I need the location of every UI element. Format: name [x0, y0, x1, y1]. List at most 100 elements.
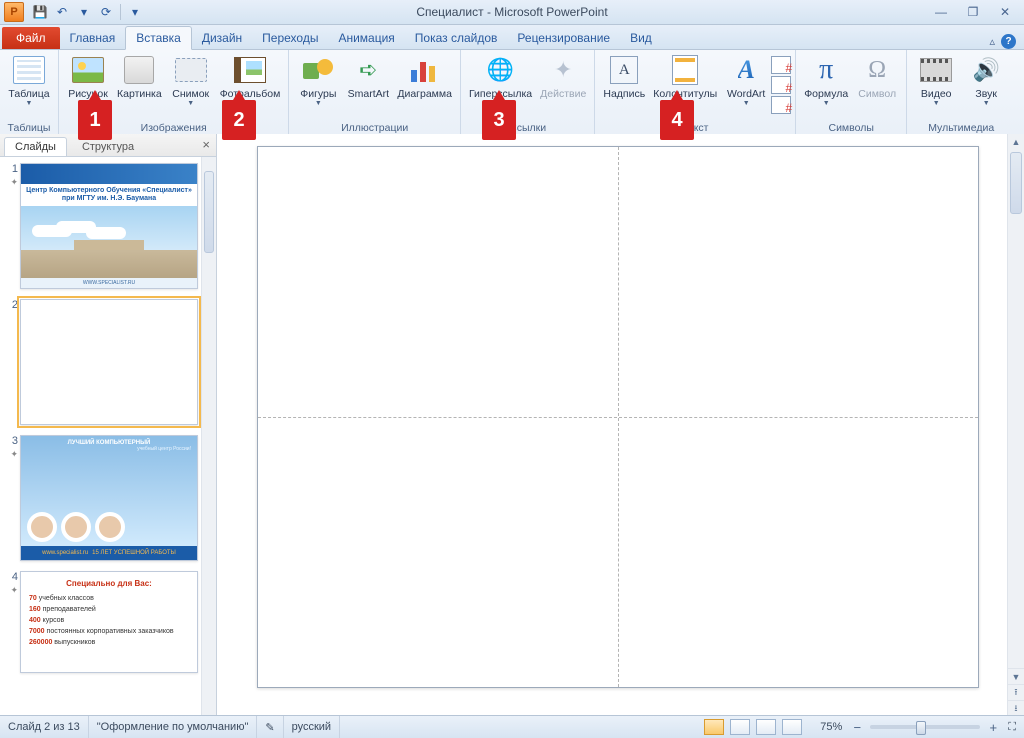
tab-slideshow[interactable]: Показ слайдов: [405, 27, 508, 49]
window-title: Специалист - Microsoft PowerPoint: [0, 5, 1024, 19]
smartart-button[interactable]: ➪ SmartArt: [343, 52, 393, 102]
fit-button[interactable]: ⛶: [1000, 716, 1024, 738]
slide-canvas[interactable]: [257, 146, 979, 688]
thumb-row: 1✦ Центр Компьютерного Обучения «Специал…: [4, 163, 198, 289]
zoom-in-button[interactable]: +: [986, 720, 1000, 735]
status-spellcheck[interactable]: ✎: [257, 716, 283, 738]
tab-insert[interactable]: Вставка: [125, 26, 192, 50]
tab-slides[interactable]: Слайды: [4, 137, 67, 156]
group-media: Видео▼ 🔊 Звук▼ Мультимедиа: [907, 50, 1015, 136]
slide-thumb-4[interactable]: Специально для Вас: 70 учебных классов 1…: [20, 571, 198, 673]
scroll-down-icon[interactable]: ▼: [1008, 668, 1024, 684]
tab-design[interactable]: Дизайн: [192, 27, 252, 49]
view-sorter-button[interactable]: [730, 719, 750, 735]
clipart-button[interactable]: Картинка: [113, 52, 166, 102]
pi-icon: π: [819, 54, 833, 86]
screenshot-button[interactable]: Снимок▼: [166, 52, 216, 109]
next-slide-icon[interactable]: ⭳: [1008, 700, 1024, 716]
symbol-button[interactable]: Ω Символ: [852, 52, 902, 102]
textbox-icon: A: [610, 56, 638, 84]
qat-customize-icon[interactable]: ▾: [127, 4, 143, 20]
panel-close-icon[interactable]: ×: [202, 137, 210, 152]
close-button[interactable]: ✕: [996, 5, 1014, 19]
spellcheck-icon: ✎: [265, 721, 274, 734]
smartart-icon: ➪: [353, 59, 383, 81]
view-reading-button[interactable]: [756, 719, 776, 735]
video-icon: [920, 58, 952, 82]
group-images: Рисунок Картинка Снимок▼ Фотоальбом▼ Изо…: [59, 50, 289, 136]
slide-editor[interactable]: ▲ ▼ ⭱ ⭳: [217, 134, 1024, 716]
table-button[interactable]: Таблица▼: [4, 52, 54, 109]
undo-icon[interactable]: ↶: [54, 4, 70, 20]
status-slide: Слайд 2 из 13: [0, 716, 89, 738]
view-normal-button[interactable]: [704, 719, 724, 735]
slidenumber-icon[interactable]: [771, 76, 791, 94]
status-language[interactable]: русский: [284, 716, 340, 738]
hyperlink-button[interactable]: 🌐 Гиперссылка: [465, 52, 536, 102]
scroll-up-icon[interactable]: ▲: [1008, 134, 1024, 150]
view-slideshow-button[interactable]: [782, 719, 802, 735]
shapes-button[interactable]: Фигуры▼: [293, 52, 343, 109]
tab-animations[interactable]: Анимация: [328, 27, 404, 49]
wordart-button[interactable]: A WordArt▼: [721, 52, 771, 109]
globe-link-icon: 🌐: [486, 57, 516, 83]
clipart-icon: [124, 56, 154, 84]
group-tables: Таблица▼ Таблицы: [0, 50, 59, 136]
photoalbum-button[interactable]: Фотоальбом▼: [216, 52, 285, 109]
redo-icon[interactable]: ▾: [76, 4, 92, 20]
wordart-icon: A: [738, 55, 755, 85]
prev-slide-icon[interactable]: ⭱: [1008, 684, 1024, 700]
title-bar: P 💾 ↶ ▾ ⟳ ▾ Специалист - Microsoft Power…: [0, 0, 1024, 25]
camera-icon: [175, 58, 207, 82]
chart-icon: [411, 58, 439, 82]
maximize-button[interactable]: ❐: [964, 5, 982, 19]
slides-panel: Слайды Структура × 1✦ Центр Компьютерног…: [0, 134, 217, 716]
audio-button[interactable]: 🔊 Звук▼: [961, 52, 1011, 109]
action-button[interactable]: ✦ Действие: [536, 52, 590, 102]
file-tab[interactable]: Файл: [2, 27, 60, 49]
slide-number: 1✦: [4, 163, 20, 289]
editor-scrollbar[interactable]: ▲ ▼ ⭱ ⭳: [1007, 134, 1024, 716]
video-button[interactable]: Видео▼: [911, 52, 961, 109]
save-icon[interactable]: 💾: [32, 4, 48, 20]
ribbon-tabs: Файл Главная Вставка Дизайн Переходы Ани…: [0, 25, 1024, 50]
slide-thumb-1[interactable]: Центр Компьютерного Обучения «Специалист…: [20, 163, 198, 289]
status-bar: Слайд 2 из 13 "Оформление по умолчанию" …: [0, 715, 1024, 738]
guide-horizontal[interactable]: [258, 417, 978, 418]
group-links: 🌐 Гиперссылка ✦ Действие Ссылки: [461, 50, 595, 136]
thumb-row: 2: [4, 299, 198, 425]
slide-thumb-3[interactable]: ЛУЧШИЙ КОМПЬЮТЕРНЫЙ учебный центр России…: [20, 435, 198, 561]
zoom-out-button[interactable]: −: [850, 720, 864, 735]
zoom-value[interactable]: 75%: [812, 716, 850, 738]
repeat-icon[interactable]: ⟳: [98, 4, 114, 20]
ribbon: Таблица▼ Таблицы Рисунок Картинка Снимок…: [0, 50, 1024, 137]
table-icon: [13, 56, 45, 84]
thumbs-scrollbar[interactable]: [201, 157, 216, 716]
tab-review[interactable]: Рецензирование: [507, 27, 620, 49]
textbox-button[interactable]: A Надпись: [599, 52, 649, 102]
album-icon: [234, 57, 266, 83]
datetime-icon[interactable]: [771, 56, 791, 74]
help-icon[interactable]: ?: [1001, 34, 1016, 49]
equation-button[interactable]: π Формула▼: [800, 52, 852, 109]
omega-icon: Ω: [868, 57, 886, 84]
status-theme: "Оформление по умолчанию": [89, 716, 258, 738]
window-controls: — ❐ ✕: [932, 5, 1024, 19]
tab-home[interactable]: Главная: [60, 27, 126, 49]
tab-outline[interactable]: Структура: [71, 137, 145, 156]
slide-thumb-2[interactable]: [20, 299, 198, 425]
zoom-slider[interactable]: [870, 725, 980, 729]
chart-button[interactable]: Диаграмма: [393, 52, 456, 102]
ribbon-minimize-icon[interactable]: ▵: [989, 35, 995, 48]
headerfooter-icon: [672, 55, 698, 85]
picture-icon: [72, 57, 104, 83]
object-icon[interactable]: [771, 96, 791, 114]
minimize-button[interactable]: —: [932, 5, 950, 19]
app-icon: P: [4, 2, 24, 22]
tabs-help-area: ▵ ?: [989, 34, 1024, 49]
tab-transitions[interactable]: Переходы: [252, 27, 328, 49]
picture-button[interactable]: Рисунок: [63, 52, 113, 102]
quick-access-toolbar: 💾 ↶ ▾ ⟳ ▾: [28, 4, 143, 20]
tab-view[interactable]: Вид: [620, 27, 662, 49]
headerfooter-button[interactable]: Колонтитулы: [649, 52, 721, 102]
